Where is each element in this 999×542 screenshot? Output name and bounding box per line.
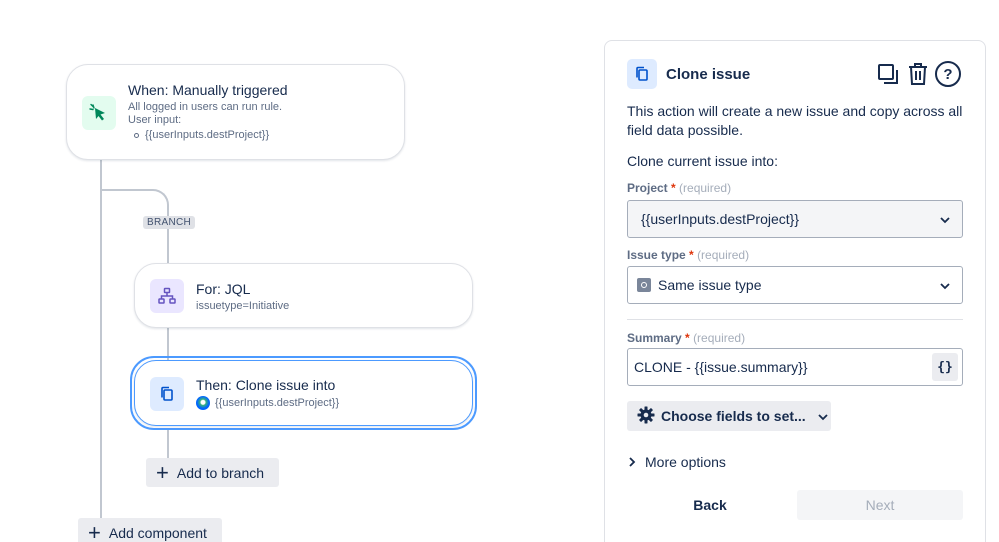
trigger-line1: All logged in users can run rule.: [128, 101, 283, 113]
project-label: Project * (required): [627, 181, 731, 195]
for-jql-card[interactable]: For: JQL issuetype=Initiative: [134, 263, 473, 328]
for-jql-title: For: JQL: [196, 281, 251, 297]
cursor-click-icon: [82, 96, 116, 130]
summary-label: Summary * (required): [627, 331, 745, 345]
panel-title: Clone issue: [666, 66, 751, 83]
back-button[interactable]: Back: [627, 490, 793, 520]
issue-type-value: Same issue type: [658, 277, 762, 293]
smart-value-button[interactable]: {}: [932, 353, 958, 381]
then-clone-sub-text: {{userInputs.destProject}}: [215, 396, 340, 409]
panel-description: This action will create a new issue and …: [627, 103, 963, 138]
divider: [627, 319, 963, 320]
required-star: *: [689, 248, 694, 262]
trigger-title: When: Manually triggered: [128, 82, 288, 98]
more-options-label: More options: [645, 454, 726, 470]
summary-input[interactable]: CLONE - {{issue.summary}} {}: [627, 348, 963, 386]
add-to-branch-label: Add to branch: [176, 464, 265, 481]
clone-into-text: Clone current issue into:: [627, 153, 778, 169]
copy-icon: [150, 377, 184, 411]
branch-connector-3: [167, 428, 169, 460]
duplicate-icon[interactable]: [877, 63, 899, 85]
required-star: *: [685, 331, 690, 345]
project-label-text: Project: [627, 181, 668, 195]
add-component-label: Add component: [108, 524, 207, 541]
issue-type-label: Issue type * (required): [627, 248, 749, 262]
issue-type-icon: [637, 278, 651, 292]
gear-icon: [637, 406, 655, 427]
summary-value: CLONE - {{issue.summary}}: [634, 359, 808, 375]
help-icon[interactable]: ?: [935, 61, 961, 87]
issue-type-select[interactable]: Same issue type: [627, 266, 963, 304]
summary-label-text: Summary: [627, 331, 682, 345]
required-star: *: [671, 181, 676, 195]
config-panel: Clone issue ? This action will create a …: [604, 40, 986, 542]
chevron-down-icon: [940, 211, 950, 227]
trigger-line2: User input:: [128, 114, 182, 126]
then-clone-title: Then: Clone issue into: [196, 377, 336, 393]
trigger-card[interactable]: When: Manually triggered All logged in u…: [66, 64, 405, 160]
branch-badge: BRANCH: [143, 216, 196, 229]
plus-icon: +: [88, 519, 101, 542]
then-clone-sub: {{userInputs.destProject}}: [196, 396, 339, 410]
chevron-down-icon: [940, 277, 950, 293]
project-avatar-icon: [196, 396, 210, 410]
for-jql-sub: issuetype=Initiative: [196, 300, 290, 312]
add-to-branch-button[interactable]: + Add to branch: [146, 458, 279, 487]
issue-type-label-text: Issue type: [627, 248, 686, 262]
required-hint: (required): [693, 331, 746, 345]
choose-fields-label: Choose fields to set...: [661, 408, 806, 424]
choose-fields-button[interactable]: Choose fields to set...: [627, 401, 831, 431]
trigger-bullet-text: {{userInputs.destProject}}: [145, 129, 270, 141]
project-value: {{userInputs.destProject}}: [641, 211, 799, 227]
more-options-toggle[interactable]: More options: [629, 454, 726, 470]
project-select[interactable]: {{userInputs.destProject}}: [627, 200, 963, 238]
chevron-down-icon: [818, 408, 828, 424]
panel-header-icon: [627, 59, 657, 89]
then-clone-card[interactable]: Then: Clone issue into {{userInputs.dest…: [134, 360, 473, 426]
required-hint: (required): [679, 181, 732, 195]
bullet-icon: [134, 133, 139, 138]
chevron-right-icon: [629, 454, 636, 470]
trash-icon[interactable]: [907, 62, 929, 86]
plus-icon: +: [156, 459, 169, 485]
copy-icon: [636, 66, 648, 81]
next-button[interactable]: Next: [797, 490, 963, 520]
hierarchy-icon: [150, 279, 184, 313]
required-hint: (required): [697, 248, 750, 262]
trigger-bullet: {{userInputs.destProject}}: [134, 129, 269, 142]
add-component-button[interactable]: + Add component: [78, 518, 222, 542]
